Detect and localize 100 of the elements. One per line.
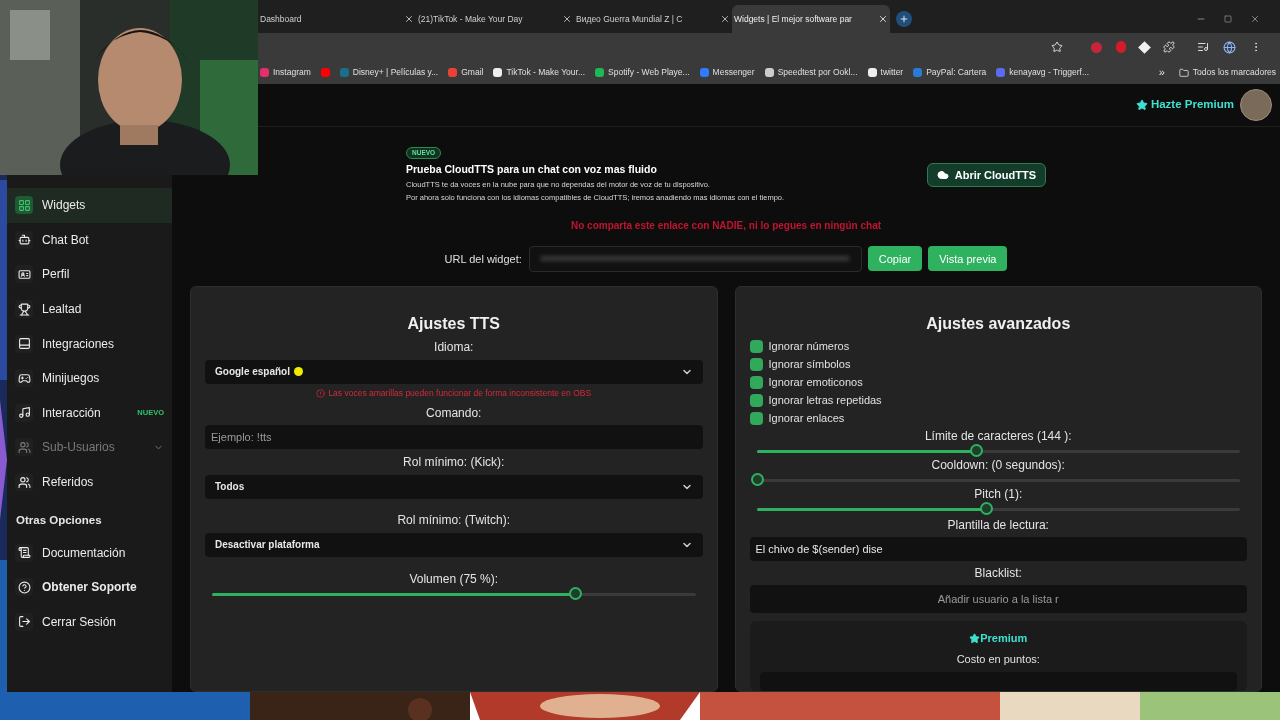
sidebar-item[interactable]: Cerrar Sesión	[7, 604, 172, 640]
field-label: Idioma:	[433, 338, 475, 356]
bookmark[interactable]: TikTok - Make Your...	[493, 66, 586, 79]
extension-icon[interactable]	[1138, 40, 1151, 54]
music-icon	[17, 406, 31, 420]
robot-icon	[17, 233, 31, 247]
alert-icon	[316, 388, 326, 398]
close-icon[interactable]	[404, 14, 414, 24]
input-field[interactable]: Ejemplo: !tts	[205, 424, 703, 449]
url-field[interactable]	[528, 245, 862, 272]
checkbox-label: Ignorar enlaces	[768, 410, 845, 426]
field-label: URL del widget:	[444, 251, 522, 267]
help-icon	[17, 580, 31, 594]
slider-thumb[interactable]	[750, 472, 764, 486]
section-title: Otras Opciones	[15, 513, 103, 529]
field-label: Rol mínimo: (Twitch):	[396, 511, 512, 529]
cloud-icon	[936, 169, 949, 182]
browser-tab[interactable]: (21)TikTok - Make Your Day	[416, 5, 574, 33]
all-bookmarks[interactable]: Todos los marcadores	[1178, 66, 1276, 79]
checkbox[interactable]	[749, 358, 763, 371]
bookmark[interactable]: PayPal: Cartera	[913, 66, 987, 79]
sidebar-item[interactable]: Chat Bot	[7, 222, 172, 258]
select-field[interactable]: Todos	[205, 474, 703, 499]
grid-icon	[17, 198, 31, 212]
browser-tab[interactable]: Видео Guerra Mundial Z | С	[574, 5, 732, 33]
sidebar-item[interactable]: Perfil	[7, 257, 172, 292]
users-icon	[17, 475, 31, 489]
sidebar-item[interactable]: Referidos	[7, 464, 172, 500]
folder-icon	[1178, 67, 1189, 78]
more-bookmarks[interactable]: »	[1158, 64, 1165, 81]
sidebar-item[interactable]: Integraciones	[7, 326, 172, 361]
restore-icon[interactable]	[1224, 15, 1232, 23]
close-icon[interactable]	[720, 14, 730, 24]
new-tab-button[interactable]	[896, 11, 912, 27]
checkbox[interactable]	[749, 375, 763, 389]
bookmark[interactable]: Speedtest por Ookl...	[764, 66, 858, 79]
select-field[interactable]: Google español	[205, 359, 703, 384]
checkbox[interactable]	[749, 393, 763, 407]
checkbox-label: Ignorar letras repetidas	[768, 392, 882, 408]
banner-title: Prueba CloudTTS para un chat con voz mas fluido	[406, 162, 657, 177]
bookmark[interactable]: Messenger	[699, 66, 755, 79]
input-field[interactable]	[759, 671, 1237, 691]
checkbox-label: Ignorar emoticonos	[768, 375, 863, 391]
sidebar-item[interactable]: Documentación	[7, 535, 172, 570]
close-icon[interactable]	[562, 14, 572, 24]
panel-icon	[17, 337, 31, 351]
bookmark[interactable]: twitter	[867, 66, 904, 79]
sidebar-item[interactable]: Minijuegos	[7, 360, 172, 396]
field-label: Rol mínimo: (Kick):	[402, 453, 506, 471]
bookmark[interactable]: kenayavg - Triggerf...	[996, 66, 1090, 79]
slider-thumb[interactable]	[970, 443, 983, 457]
logout-icon	[17, 615, 31, 629]
bookmark-star-icon[interactable]	[1051, 41, 1063, 53]
media-icon[interactable]	[1197, 41, 1209, 53]
open-cloudtts-button[interactable]: Abrir CloudTTS	[926, 163, 1046, 188]
close-icon[interactable]	[1250, 14, 1260, 24]
bookmark[interactable]: Gmail	[448, 66, 484, 79]
plus-icon	[899, 14, 909, 24]
gamepad-icon	[17, 371, 31, 385]
browser-tab[interactable]: Dashboard	[258, 5, 416, 33]
scroll-icon	[17, 546, 31, 560]
field-label: Límite de caracteres (144 ):	[923, 428, 1073, 444]
field-label: Comando:	[425, 404, 483, 422]
close-icon[interactable]	[878, 14, 888, 24]
id-card-icon	[17, 268, 31, 281]
avatar[interactable]	[1240, 89, 1272, 121]
users-icon	[17, 440, 31, 454]
checkbox[interactable]	[749, 340, 763, 354]
browser-tab[interactable]: Widgets | El mejor software par	[732, 5, 890, 33]
warning-text: No comparta este enlace con NADIE, ni lo pegues en ningún chat	[569, 218, 883, 233]
star-icon	[1135, 99, 1148, 111]
bookmark[interactable]: Disney+ | Películas y...	[339, 66, 439, 79]
puzzle-icon[interactable]	[1163, 41, 1175, 53]
field-label: Volumen (75 %):	[408, 571, 500, 587]
field-label: Blacklist:	[973, 564, 1023, 582]
field-label: Pitch (1):	[973, 486, 1024, 502]
warning-text: Las voces amarillas pueden funcionar de forma inconsistente en OBS	[328, 386, 592, 400]
panel-title: Ajustes avanzados	[925, 313, 1072, 334]
panel-title: Ajustes TTS	[406, 313, 501, 334]
checkbox[interactable]	[749, 411, 763, 425]
trophy-icon	[17, 302, 31, 316]
slider-thumb[interactable]	[979, 501, 993, 515]
bookmark-icon[interactable]	[320, 68, 330, 77]
field-label: Cooldown: (0 segundos):	[930, 457, 1066, 473]
premium-link[interactable]: Hazte Premium	[1135, 96, 1234, 114]
premium-label: Premium	[969, 629, 1028, 647]
field-label: Costo en puntos:	[956, 652, 1040, 668]
sidebar-item[interactable]: Obtener Soporte	[7, 569, 172, 605]
bookmark[interactable]: Instagram	[260, 66, 311, 79]
input-field[interactable]: Añadir usuario a la lista r	[749, 584, 1247, 613]
bookmark[interactable]: Spotify - Web Playe...	[595, 66, 690, 79]
star-icon	[969, 632, 981, 644]
sidebar-item[interactable]: Lealtad	[7, 291, 172, 327]
select-field[interactable]: Desactivar plataforma	[205, 532, 703, 557]
checkbox-label: Ignorar números	[768, 339, 850, 355]
checkbox-label: Ignorar símbolos	[768, 357, 851, 373]
slider-thumb[interactable]	[568, 586, 582, 600]
profile-icon[interactable]	[1223, 40, 1236, 54]
sidebar-item[interactable]: Widgets	[7, 188, 172, 223]
input-field[interactable]: El chivo de $(sender) dise	[749, 536, 1247, 561]
